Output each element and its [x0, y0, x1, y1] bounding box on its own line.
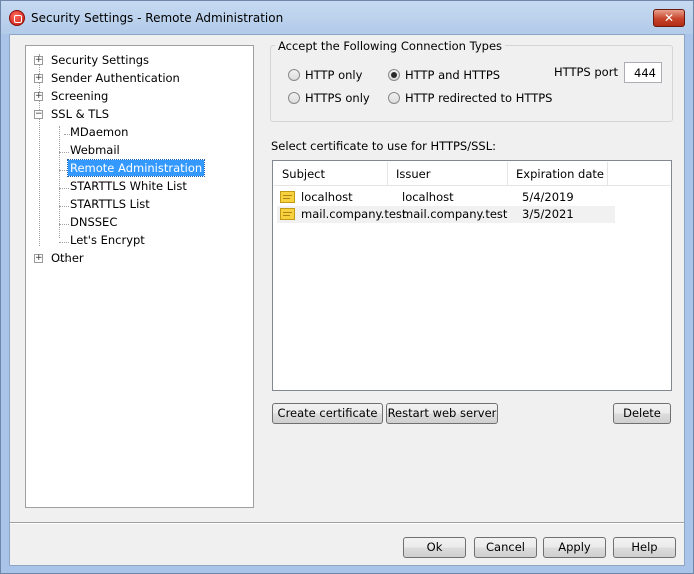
expand-plus-icon[interactable]: +: [34, 74, 43, 83]
column-header-issuer[interactable]: Issuer: [388, 162, 508, 186]
tree-item-label[interactable]: DNSSEC: [68, 214, 119, 230]
cell-issuer: localhost: [402, 190, 454, 204]
connection-types-group: [270, 45, 673, 122]
settings-tree[interactable]: + Security Settings + Sender Authenticat…: [25, 45, 254, 508]
certificate-select-label: Select certificate to use for HTTPS/SSL:: [271, 139, 496, 153]
certificate-list[interactable]: Subject Issuer Expiration date localhost…: [272, 160, 672, 391]
radio-button-icon[interactable]: [388, 92, 400, 104]
tree-connector: [59, 126, 60, 238]
connection-types-title: Accept the Following Connection Types: [275, 39, 506, 53]
cell-subject: localhost: [301, 190, 353, 204]
radio-button-icon[interactable]: [288, 92, 300, 104]
https-port-label: HTTPS port: [554, 65, 618, 79]
certificate-icon: [280, 208, 295, 220]
certificate-row[interactable]: localhost localhost 5/4/2019: [277, 189, 615, 206]
tree-item-label[interactable]: SSL & TLS: [49, 106, 111, 122]
cell-subject: mail.company.test: [301, 207, 407, 221]
radio-label[interactable]: HTTP only: [305, 67, 362, 83]
cell-issuer: mail.company.test: [402, 207, 508, 221]
help-button[interactable]: Help: [613, 537, 676, 558]
cell-expiration: 3/5/2021: [522, 207, 574, 221]
cancel-button[interactable]: Cancel: [474, 537, 537, 558]
tree-item-label[interactable]: Let's Encrypt: [68, 232, 147, 248]
tree-item-label[interactable]: Security Settings: [49, 52, 151, 68]
restart-web-server-button[interactable]: Restart web server: [386, 403, 498, 424]
dialog-body: + Security Settings + Sender Authenticat…: [9, 34, 685, 566]
ok-button[interactable]: Ok: [403, 537, 466, 558]
title-bar[interactable]: Security Settings - Remote Administratio…: [1, 1, 693, 34]
tree-item-label[interactable]: Sender Authentication: [49, 70, 182, 86]
https-port-input[interactable]: 444: [624, 62, 662, 83]
column-header-subject[interactable]: Subject: [274, 162, 388, 186]
apply-button[interactable]: Apply: [543, 537, 606, 558]
tree-item-label[interactable]: Webmail: [68, 142, 122, 158]
delete-certificate-button[interactable]: Delete: [613, 403, 671, 424]
footer-separator: [10, 522, 684, 524]
tree-item-label[interactable]: STARTTLS White List: [68, 178, 189, 194]
radio-button-icon[interactable]: [288, 69, 300, 81]
create-certificate-button[interactable]: Create certificate: [272, 403, 383, 424]
radio-label[interactable]: HTTPS only: [305, 90, 370, 106]
radio-label[interactable]: HTTP and HTTPS: [405, 67, 500, 83]
tree-item-label[interactable]: Other: [49, 250, 86, 266]
radio-label[interactable]: HTTP redirected to HTTPS: [405, 90, 552, 106]
collapse-minus-icon[interactable]: −: [34, 110, 43, 119]
cell-expiration: 5/4/2019: [522, 190, 574, 204]
app-logo-icon: [9, 10, 25, 26]
radio-button-selected-icon[interactable]: [388, 69, 400, 81]
close-button[interactable]: ✕: [653, 9, 685, 27]
expand-plus-icon[interactable]: +: [34, 92, 43, 101]
tree-item-label[interactable]: Remote Administration: [66, 159, 206, 177]
expand-plus-icon[interactable]: +: [34, 56, 43, 65]
certificate-list-header: Subject Issuer Expiration date: [274, 162, 670, 186]
tree-item-label[interactable]: STARTTLS List: [68, 196, 152, 212]
certificate-row[interactable]: mail.company.test mail.company.test 3/5/…: [277, 206, 615, 223]
dialog-window: Security Settings - Remote Administratio…: [0, 0, 694, 574]
tree-item-label[interactable]: MDaemon: [68, 124, 130, 140]
window-title: Security Settings - Remote Administratio…: [31, 11, 284, 25]
column-header-expiration[interactable]: Expiration date: [508, 162, 608, 186]
expand-plus-icon[interactable]: +: [34, 254, 43, 263]
certificate-icon: [280, 191, 295, 203]
tree-item-label[interactable]: Screening: [49, 88, 110, 104]
